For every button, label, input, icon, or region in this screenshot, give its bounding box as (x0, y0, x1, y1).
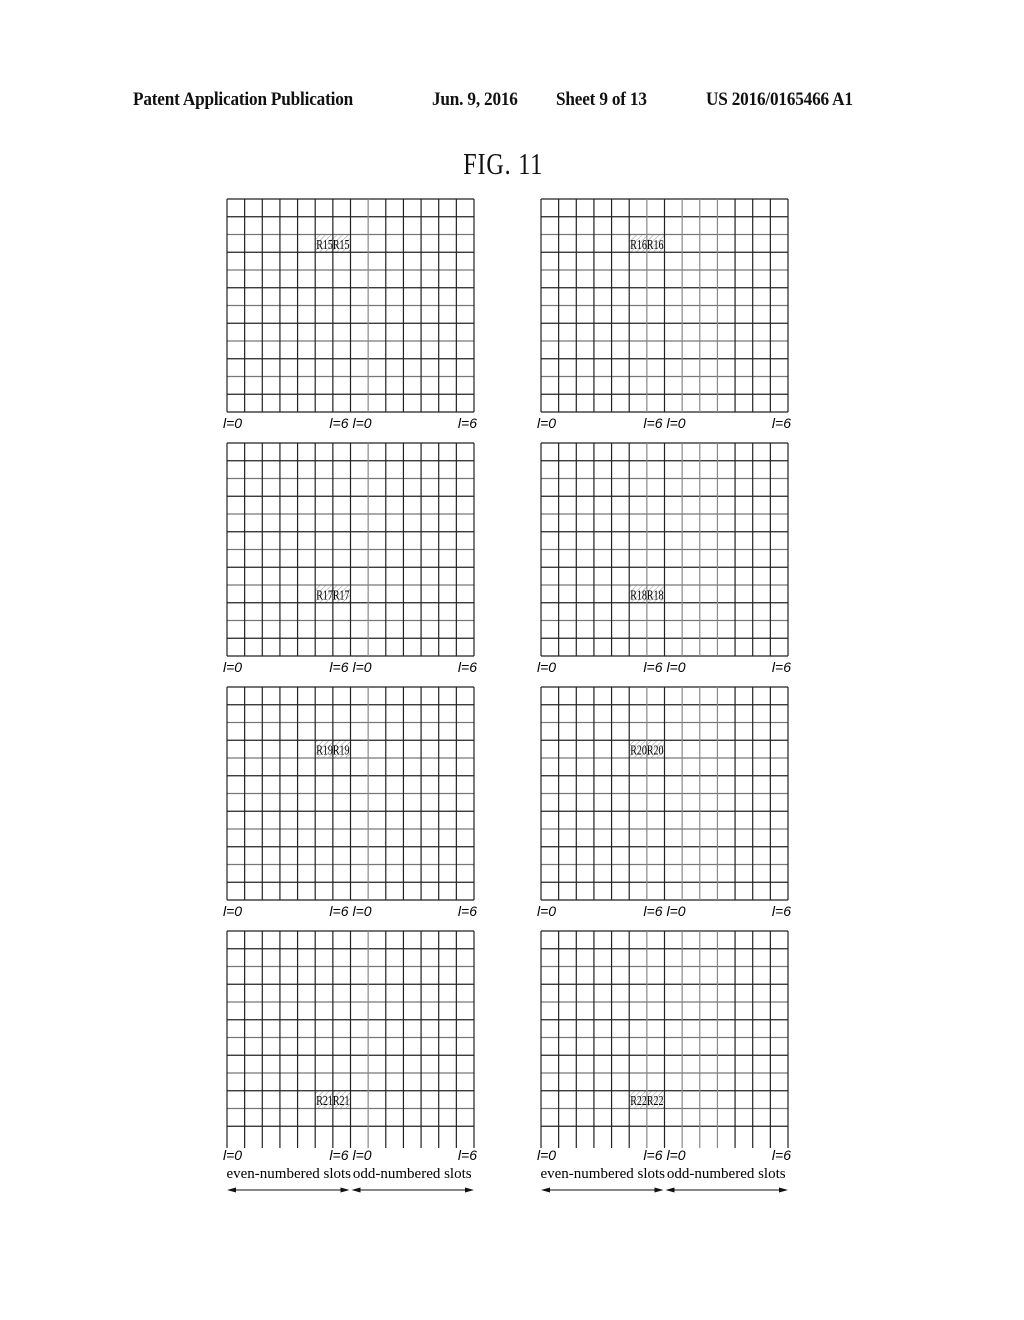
arrowhead-right-icon (779, 1187, 788, 1193)
resource-element-label: R18R18 (630, 587, 663, 602)
arrowhead-left-icon (665, 1187, 675, 1193)
symbol-index-label: l=0 (353, 659, 372, 675)
symbol-index-label: l=6 (329, 659, 348, 675)
symbol-index-label: l=6 (458, 1147, 477, 1163)
symbol-index-label: l=0 (537, 903, 556, 919)
symbol-index-label: l=0 (667, 659, 686, 675)
symbol-index-label: l=6 (458, 903, 477, 919)
odd-slots-label: odd-numbered slots (667, 1166, 786, 1182)
grid-panel-r16: R16R16 l=0 l=6 l=0 l=6 (537, 198, 791, 431)
symbol-index-label: l=0 (223, 1147, 242, 1163)
arrowhead-left-icon (541, 1187, 550, 1193)
grid-panel-r21: R21R21 l=0 l=6 l=0 l=6 even-numbered slots odd… (223, 930, 477, 1193)
resource-element-label: R21R21 (316, 1093, 349, 1108)
grid-panel-r22: R22R22 l=0 l=6 l=0 l=6 even-numbered slots odd… (537, 930, 791, 1193)
symbol-index-label: l=6 (329, 903, 348, 919)
symbol-index-label: l=0 (223, 659, 242, 675)
symbol-index-label: l=0 (537, 659, 556, 675)
symbol-index-label: l=6 (329, 1147, 348, 1163)
grid-panel-r19: R19R19 l=0 l=6 l=0 l=6 (223, 686, 477, 919)
symbol-index-label: l=6 (329, 415, 348, 431)
symbol-index-label: l=0 (353, 415, 372, 431)
symbol-index-label: l=0 (537, 415, 556, 431)
arrowhead-right-icon (465, 1187, 474, 1193)
resource-element-label: R15R15 (316, 237, 349, 252)
resource-element-label: R22R22 (630, 1093, 663, 1108)
resource-element-label: R19R19 (316, 743, 349, 758)
resource-element-label: R16R16 (630, 237, 663, 252)
arrowhead-left-icon (351, 1187, 361, 1193)
symbol-index-label: l=0 (667, 903, 686, 919)
symbol-index-label: l=0 (667, 415, 686, 431)
symbol-index-label: l=6 (458, 659, 477, 675)
symbol-index-label: l=6 (643, 903, 662, 919)
figure-drawing: R15R15l=0 l=6 l=0 l=6R16R16l=0 l=6 l=0 l=6R17R… (223, 198, 791, 1193)
grid-panel-r15: R15R15 l=0 l=6 l=0 l=6 (223, 198, 477, 431)
symbol-index-label: l=6 (772, 659, 791, 675)
symbol-index-label: l=6 (772, 415, 791, 431)
arrowhead-left-icon (227, 1187, 236, 1193)
symbol-index-label: l=6 (772, 1147, 791, 1163)
symbol-index-label: l=6 (458, 415, 477, 431)
symbol-index-label: l=6 (643, 415, 662, 431)
arrowhead-right-icon (654, 1187, 664, 1193)
even-slots-label: even-numbered slots (226, 1166, 351, 1182)
symbol-index-label: l=0 (353, 1147, 372, 1163)
symbol-index-label: l=0 (667, 1147, 686, 1163)
symbol-index-label: l=0 (223, 415, 242, 431)
symbol-index-label: l=6 (643, 659, 662, 675)
even-slots-label: even-numbered slots (540, 1166, 665, 1182)
grid-panel-r20: R20R20 l=0 l=6 l=0 l=6 (537, 686, 791, 919)
symbol-index-label: l=6 (772, 903, 791, 919)
symbol-index-label: l=6 (643, 1147, 662, 1163)
symbol-index-label: l=0 (537, 1147, 556, 1163)
grid-panel-r17: R17R17 l=0 l=6 l=0 l=6 (223, 442, 477, 675)
symbol-index-label: l=0 (353, 903, 372, 919)
arrowhead-right-icon (340, 1187, 350, 1193)
odd-slots-label: odd-numbered slots (353, 1166, 472, 1182)
grid-panel-r18: R18R18 l=0 l=6 l=0 l=6 (537, 442, 791, 675)
symbol-index-label: l=0 (223, 903, 242, 919)
resource-element-label: R17R17 (316, 587, 349, 602)
resource-element-label: R20R20 (630, 743, 663, 758)
